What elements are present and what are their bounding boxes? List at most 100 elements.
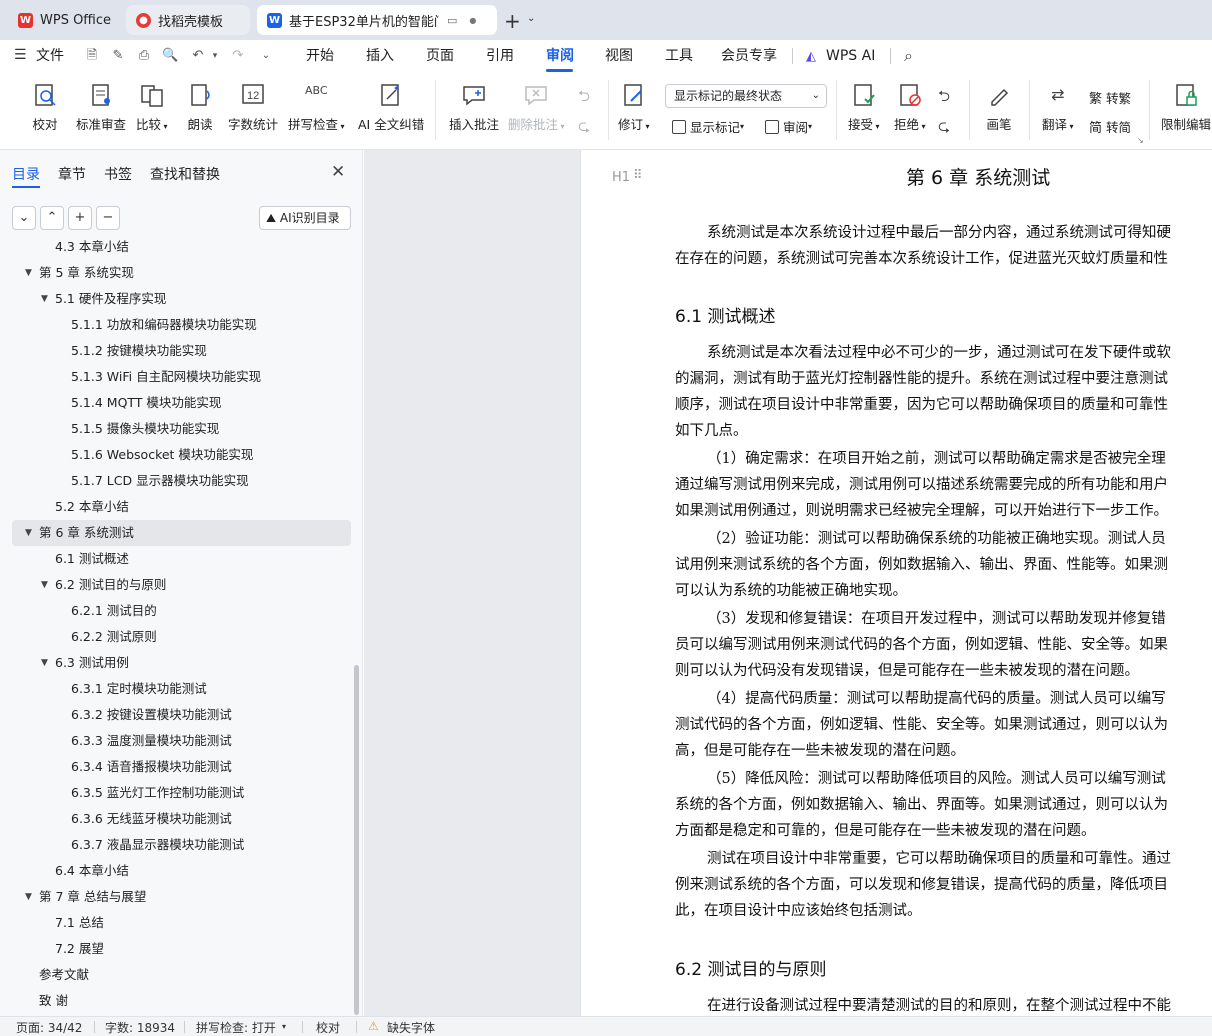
read-aloud-button[interactable]: 朗读 [187, 82, 213, 133]
menu-member[interactable]: 会员专享 [721, 40, 777, 72]
toc-item[interactable]: ▼ 5.1 硬件及程序实现 [0, 286, 166, 312]
menu-review[interactable]: 审阅 [546, 40, 574, 72]
tab-wps-office[interactable]: W WPS Office [8, 5, 120, 35]
toc-item[interactable]: ▼ 第 7 章 总结与展望 [0, 884, 146, 910]
monitor-icon[interactable]: ▭ [447, 14, 457, 27]
toc-item[interactable]: 5.1.5 摄像头模块功能实现 [71, 416, 219, 442]
sidebar-tab-find-replace[interactable]: 查找和替换 [150, 164, 220, 184]
toc-item[interactable]: 5.1.1 功放和编码器模块功能实现 [71, 312, 257, 338]
undo-chevron-icon[interactable]: ▾ [207, 48, 223, 64]
menu-insert[interactable]: 插入 [366, 40, 394, 72]
proofread-status[interactable]: 校对 [316, 1019, 340, 1036]
toc-item[interactable]: 6.3.2 按键设置模块功能测试 [71, 702, 232, 728]
document-page[interactable]: H1 ⠿ 第 6 章 系统测试 系统测试是本次系统设计过程中最后一部分内容，通过… [580, 150, 1212, 1016]
tab-template[interactable]: ● 找稻壳模板 [126, 5, 250, 35]
toc-item[interactable]: 7.1 总结 [55, 910, 104, 936]
toc-item[interactable]: 6.3.1 定时模块功能测试 [71, 676, 207, 702]
expand-arrow-icon[interactable]: ▼ [41, 572, 48, 598]
ai-recognize-toc-button[interactable]: ⛰ AI识别目录 [259, 206, 351, 230]
toc-item[interactable]: 5.1.3 WiFi 自主配网模块功能实现 [71, 364, 261, 390]
collapse-all-chevron-icon[interactable]: ⌄ [12, 206, 36, 230]
menu-references[interactable]: 引用 [486, 40, 514, 72]
spell-check-button[interactable]: ABC 拼写检查 ▾ [288, 82, 345, 133]
menu-home[interactable]: 开始 [306, 40, 334, 72]
menu-wps-ai[interactable]: WPS AI [826, 40, 875, 72]
expand-arrow-icon[interactable]: ▼ [41, 286, 48, 312]
sidebar-tab-bookmarks[interactable]: 书签 [104, 164, 132, 184]
toc-item[interactable]: 6.3.7 液晶显示器模块功能测试 [71, 832, 244, 858]
toc-item[interactable]: ▼ 第 5 章 系统实现 [0, 260, 134, 286]
undo-icon[interactable]: ↶ [190, 48, 206, 64]
expand-arrow-icon[interactable]: ▼ [25, 884, 32, 910]
toc-item[interactable]: 6.3.6 无线蓝牙模块功能测试 [71, 806, 232, 832]
missing-font-status[interactable]: 缺失字体 [387, 1019, 435, 1036]
review-pane-button[interactable]: 审阅 ▾ [765, 117, 812, 136]
tab-document[interactable]: W 基于ESP32单片机的智能门铃 ▭ ● [257, 5, 497, 35]
compare-button[interactable]: 比较 ▾ [136, 82, 168, 133]
expand-dialog-icon[interactable]: ↘ [1137, 136, 1144, 145]
search-icon[interactable]: ⌕ [904, 46, 913, 66]
menu-file[interactable]: 文件 [36, 40, 64, 72]
remove-heading-icon[interactable]: − [96, 206, 120, 230]
next-change-icon[interactable]: ⮎ [938, 116, 950, 141]
ai-proofread-button[interactable]: ✦ AI 全文纠错 [358, 82, 424, 133]
toc-item[interactable]: 6.3.3 温度测量模块功能测试 [71, 728, 232, 754]
show-markup-button[interactable]: 显示标记 ▾ [672, 117, 744, 136]
print-icon[interactable]: ⎙ [136, 48, 152, 64]
toc-item[interactable]: ▼ 6.2 测试目的与原则 [0, 572, 166, 598]
save-icon[interactable]: 🗎 [84, 48, 100, 64]
sidebar-scrollbar[interactable] [354, 665, 359, 1015]
prev-change-icon[interactable]: ⮌ [938, 86, 950, 111]
toc-item[interactable]: 4.3 本章小结 [55, 238, 129, 260]
display-mode-select[interactable]: 显示标记的最终状态 ⌄ [665, 84, 827, 108]
drag-handle-icon[interactable]: ⠿ [633, 168, 643, 183]
toc-item[interactable]: 5.1.2 按键模块功能实现 [71, 338, 207, 364]
toc-item[interactable]: 5.1.7 LCD 显示器模块功能实现 [71, 468, 249, 494]
expand-arrow-icon[interactable]: ▼ [25, 260, 32, 286]
print-preview-icon[interactable]: 🔍 [162, 48, 178, 64]
expand-arrow-icon[interactable]: ▼ [41, 650, 48, 676]
chevron-down-icon[interactable]: ▾ [282, 1022, 286, 1031]
toc-item[interactable]: 6.3.5 蓝光灯工作控制功能测试 [71, 780, 244, 806]
to-simplified-button[interactable]: 简 转简 [1089, 117, 1131, 136]
toc-item[interactable]: 6.1 测试概述 [55, 546, 129, 572]
translate-button[interactable]: ⇄ 翻译 ▾ [1042, 82, 1074, 133]
move-up-chevron-icon[interactable]: ⌃ [40, 206, 64, 230]
restrict-editing-button[interactable]: 限制编辑 [1161, 82, 1211, 133]
toc-item[interactable]: 6.2.2 测试原则 [71, 624, 157, 650]
word-count-button[interactable]: 12 字数统计 [228, 82, 278, 133]
sidebar-tab-toc[interactable]: 目录 [12, 164, 40, 184]
toc-item[interactable]: 参考文献 [39, 962, 89, 988]
toc-item[interactable]: 6.2.1 测试目的 [71, 598, 157, 624]
page-indicator[interactable]: 页面: 34/42 [16, 1019, 82, 1036]
add-heading-icon[interactable]: + [68, 206, 92, 230]
tab-list-chevron-icon[interactable]: ⌄ [527, 13, 535, 24]
expand-arrow-icon[interactable]: ▼ [25, 520, 32, 546]
insert-comment-button[interactable]: 插入批注 [449, 82, 499, 133]
toc-item[interactable]: ▼ 6.3 测试用例 [0, 650, 129, 676]
toc-item[interactable]: 5.1.6 Websocket 模块功能实现 [71, 442, 253, 468]
pen-button[interactable]: 画笔 [986, 82, 1012, 133]
heading-marker[interactable]: H1 [612, 170, 630, 185]
word-count-status[interactable]: 字数: 18934 [105, 1019, 175, 1036]
to-traditional-button[interactable]: 繁 转繁 [1089, 88, 1131, 107]
new-tab-plus-icon[interactable]: + [504, 9, 521, 33]
standard-review-button[interactable]: 标准审查 [76, 82, 126, 133]
menu-tools[interactable]: 工具 [665, 40, 693, 72]
menu-view[interactable]: 视图 [605, 40, 633, 72]
accept-button[interactable]: 接受 ▾ [848, 82, 880, 133]
toc-item[interactable]: 5.2 本章小结 [55, 494, 129, 520]
more-chevron-icon[interactable]: ⌄ [258, 48, 274, 64]
spell-check-status[interactable]: 拼写检查: 打开 [196, 1019, 276, 1036]
reject-button[interactable]: 拒绝 ▾ [894, 82, 926, 133]
proofread-button[interactable]: 校对 [32, 82, 58, 133]
sidebar-tab-chapters[interactable]: 章节 [58, 164, 86, 184]
toc-item[interactable]: 致 谢 [39, 988, 68, 1014]
toc-item-selected[interactable]: ▼ 第 6 章 系统测试 [12, 520, 351, 546]
toc-item[interactable]: 6.4 本章小结 [55, 858, 129, 884]
hamburger-icon[interactable]: ☰ [14, 47, 27, 63]
unsaved-dot-icon[interactable]: ● [469, 16, 476, 25]
format-painter-icon[interactable]: ✎ [110, 48, 126, 64]
toc-item[interactable]: 6.3.4 语音播报模块功能测试 [71, 754, 232, 780]
toc-item[interactable]: 5.1.4 MQTT 模块功能实现 [71, 390, 221, 416]
